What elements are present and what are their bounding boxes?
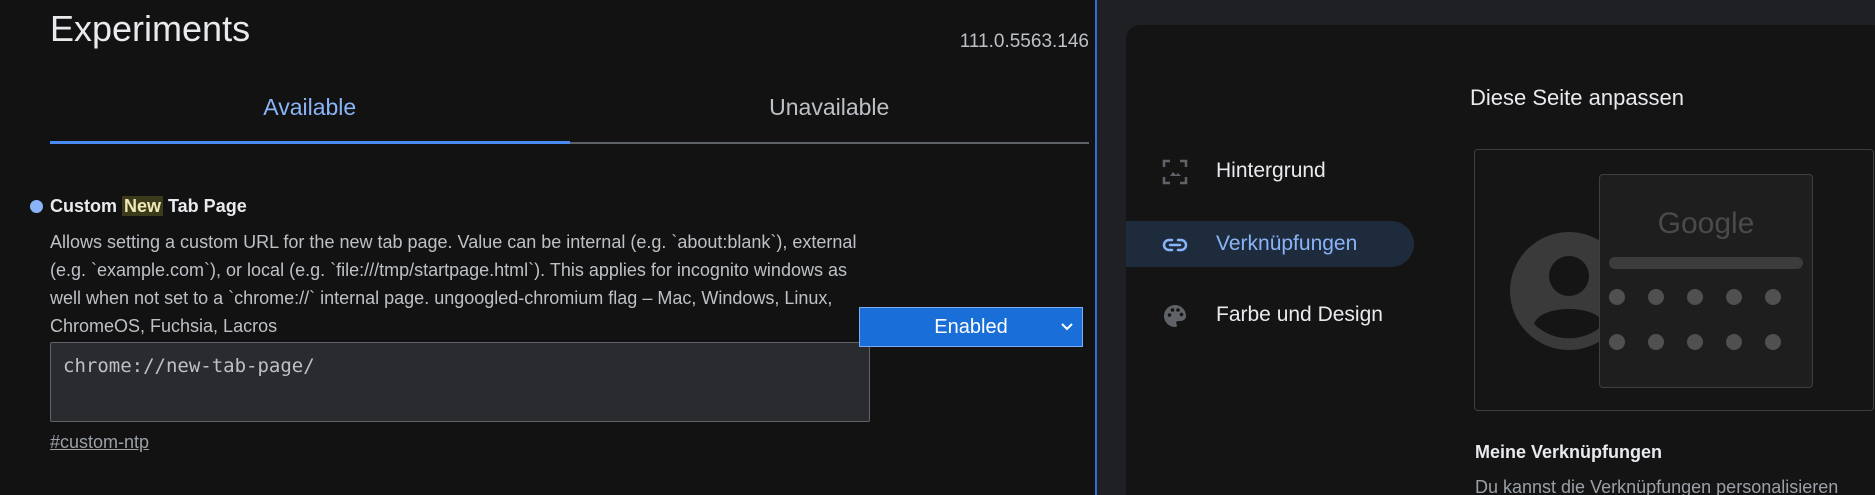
shortcut-tile [1648, 289, 1664, 305]
shortcuts-preview[interactable]: Google [1474, 149, 1874, 411]
experiment-title-end: Tab Page [163, 196, 247, 216]
experiment-state-select[interactable]: Enabled [859, 307, 1083, 347]
page-title: Experiments [50, 8, 251, 49]
shortcut-tile [1687, 334, 1703, 350]
nav-item-label: Hintergrund [1216, 159, 1326, 182]
nav-item-label: Farbe und Design [1216, 303, 1383, 326]
shortcut-tile [1726, 289, 1742, 305]
flags-page: Experiments 111.0.5563.146 Available Una… [0, 0, 1095, 495]
link-icon [1162, 238, 1188, 252]
shortcut-tile [1765, 289, 1781, 305]
search-highlight: New [122, 196, 164, 216]
shortcut-tile [1648, 334, 1664, 350]
select-value: Enabled [934, 315, 1008, 338]
tab-unavailable[interactable]: Unavailable [570, 84, 1090, 142]
experiment-description: Allows setting a custom URL for the new … [50, 232, 857, 336]
shortcut-tile [1726, 334, 1742, 350]
dialog-title: Diese Seite anpassen [1470, 85, 1685, 110]
search-bar-placeholder [1609, 257, 1803, 269]
version-label: 111.0.5563.146 [959, 31, 1089, 52]
chevron-down-icon [1061, 323, 1073, 331]
customize-dialog: Diese Seite anpassen Hintergrund Verknüp… [1126, 25, 1875, 495]
palette-icon [1164, 305, 1186, 327]
google-logo: Google [1657, 207, 1755, 240]
nav-item-shortcuts[interactable]: Verknüpfungen [1126, 221, 1414, 267]
shortcut-tile [1609, 289, 1625, 305]
custom-url-input[interactable]: chrome://new-tab-page/ [50, 342, 870, 422]
modified-indicator-icon [30, 200, 43, 213]
tab-available[interactable]: Available [50, 84, 570, 144]
shortcut-tile [1765, 334, 1781, 350]
preview-window: Google [1599, 174, 1813, 388]
shortcut-tile [1687, 289, 1703, 305]
background-icon [1162, 159, 1188, 185]
shortcut-tile [1609, 334, 1625, 350]
experiment-title: Custom New Tab Page [50, 196, 247, 217]
tab-bar: Available Unavailable [50, 84, 1089, 144]
experiment-anchor-link[interactable]: #custom-ntp [50, 432, 149, 453]
nav-item-label: Verknüpfungen [1216, 232, 1358, 255]
nav-item-background[interactable]: Hintergrund [1126, 148, 1414, 194]
experiment-title-start: Custom [50, 196, 122, 216]
section-title: Meine Verknüpfungen [1475, 442, 1663, 462]
nav-item-color-theme[interactable]: Farbe und Design [1126, 292, 1414, 338]
section-description: Du kannst die Verknüpfungen personalisie… [1475, 477, 1839, 495]
